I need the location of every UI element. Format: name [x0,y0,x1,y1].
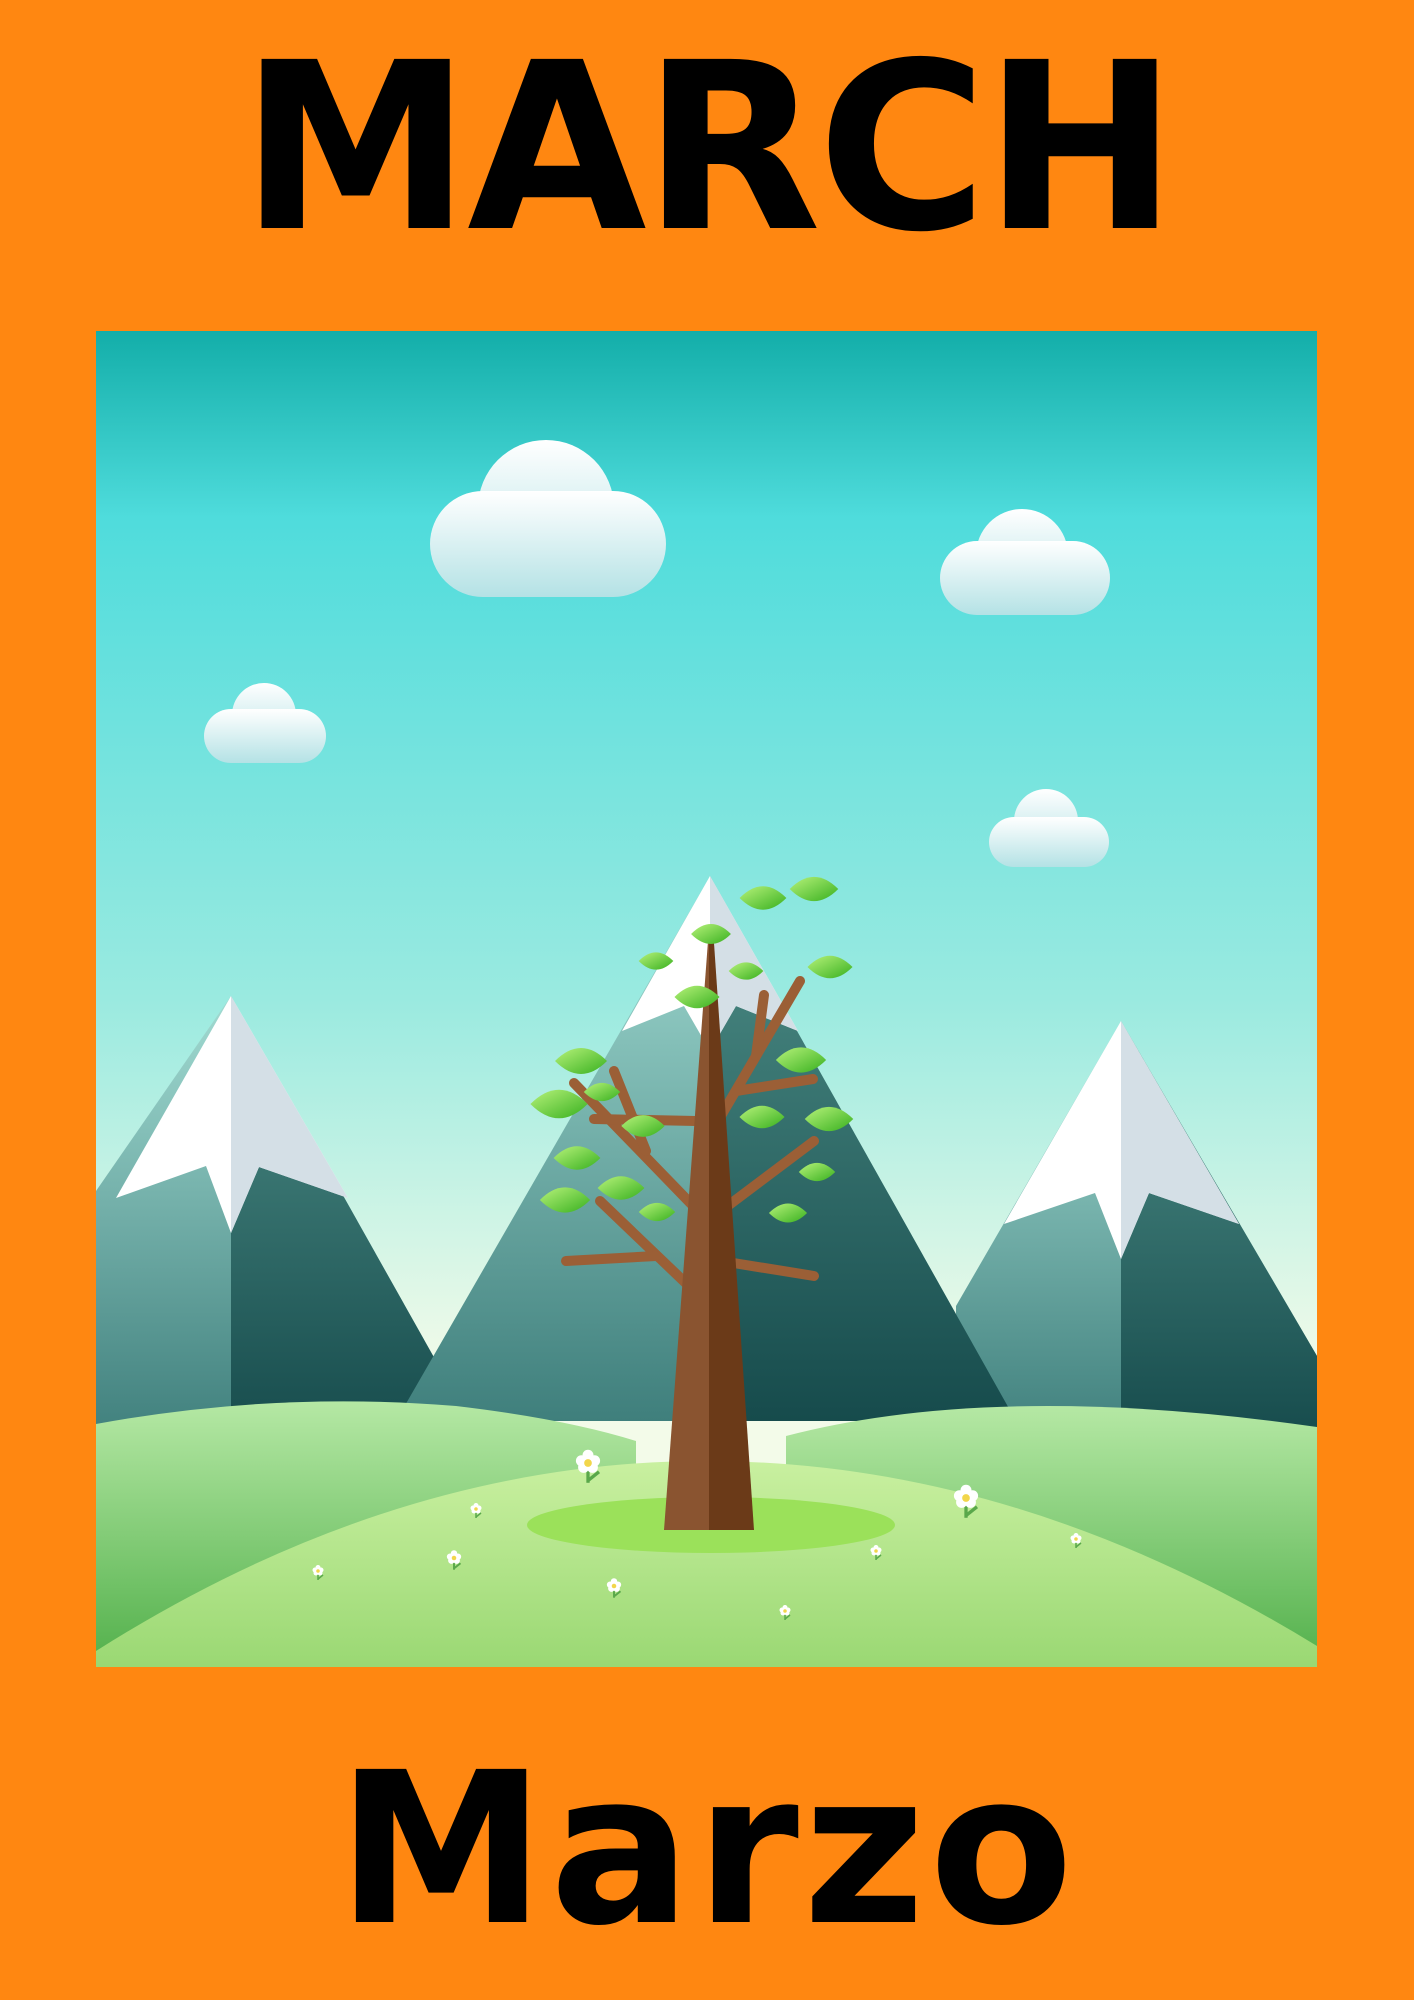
spring-tree-mountain-landscape-icon [96,331,1317,1667]
month-title-spanish: Marzo [336,1727,1078,1972]
spring-landscape-illustration [96,331,1317,1667]
month-title-english: MARCH [240,13,1178,283]
